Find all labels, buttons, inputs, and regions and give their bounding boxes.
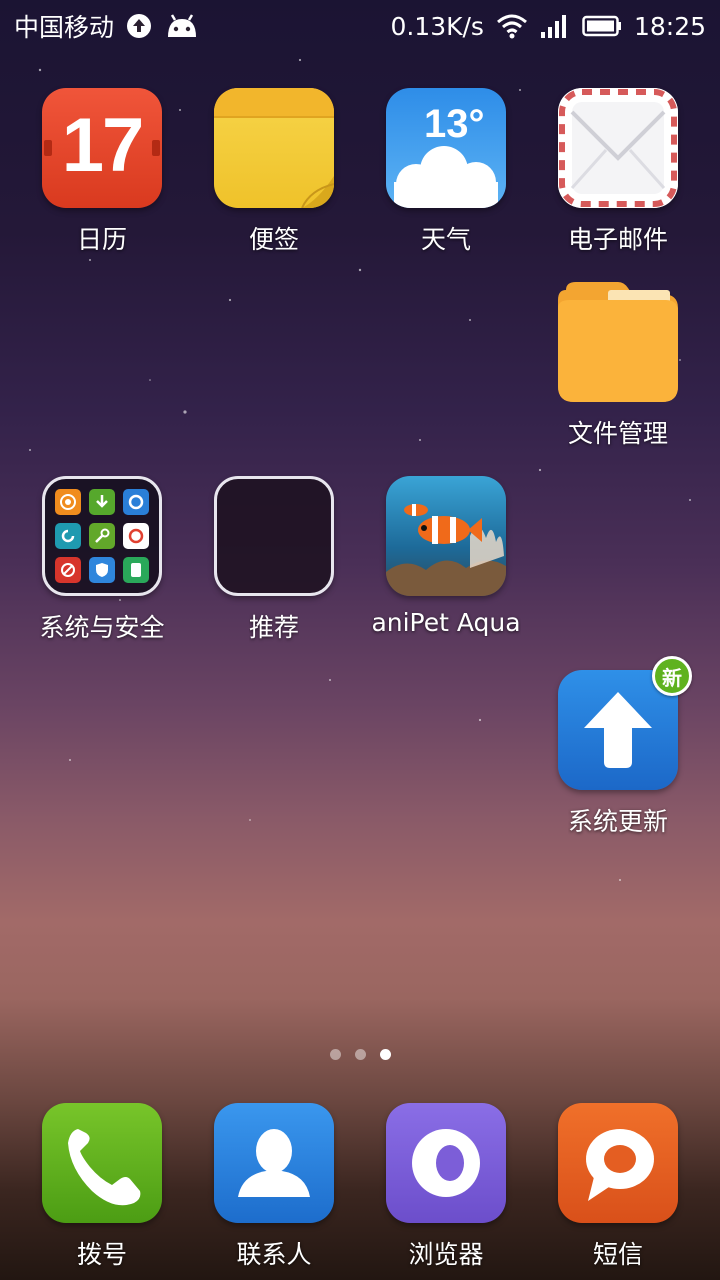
weather-icon: 13° [386, 88, 506, 208]
signal-icon [540, 13, 570, 39]
battery-icon [582, 14, 622, 38]
app-email[interactable]: 电子邮件 [532, 88, 704, 256]
dock-phone[interactable]: 拨号 [16, 1103, 188, 1280]
app-label: 天气 [420, 225, 471, 254]
envelope-icon [558, 88, 678, 208]
app-label: 文件管理 [567, 419, 668, 448]
key-icon [89, 523, 115, 549]
app-notes[interactable]: 便签 [188, 88, 360, 256]
shield-icon [89, 557, 115, 583]
calendar-day: 17 [61, 103, 145, 188]
dock-label: 联系人 [236, 1240, 312, 1269]
dock-browser[interactable]: 浏览器 [360, 1103, 532, 1280]
dock-contacts[interactable]: 联系人 [188, 1103, 360, 1280]
wifi-icon [496, 13, 528, 39]
status-bar: 中国移动 0.13K/s 18:25 [0, 0, 720, 52]
download-icon [89, 489, 115, 515]
folder-icon [558, 282, 678, 402]
target-icon [55, 489, 81, 515]
cleaner-icon [123, 489, 149, 515]
app-label: aniPet Aqua [371, 608, 521, 637]
person-icon [214, 1103, 334, 1223]
app-calendar[interactable]: 17 日历 [16, 88, 188, 256]
app-file-manager[interactable]: 文件管理 [532, 282, 704, 450]
app-label: 系统更新 [567, 807, 668, 836]
notes-icon [214, 88, 334, 208]
upload-icon [126, 13, 152, 39]
record-icon [123, 523, 149, 549]
dock-label: 拨号 [76, 1240, 127, 1269]
message-bubble-icon [558, 1103, 678, 1223]
sim-icon [123, 557, 149, 583]
carrier-name: 中国移动 [14, 13, 115, 42]
app-label: 系统与安全 [39, 613, 165, 642]
folder-recommend[interactable]: 推荐 [188, 476, 360, 644]
calendar-icon: 17 [42, 88, 162, 208]
dock-label: 浏览器 [408, 1240, 484, 1269]
browser-icon [386, 1103, 506, 1223]
folder-preview [42, 476, 162, 596]
clock: 18:25 [633, 11, 706, 41]
folder-system-security[interactable]: 系统与安全 [16, 476, 188, 644]
page-dot-active[interactable] [379, 1049, 391, 1060]
android-icon [164, 13, 200, 39]
app-label: 电子邮件 [567, 225, 668, 254]
page-dot[interactable] [354, 1049, 366, 1060]
dock-label: 短信 [592, 1240, 643, 1269]
refresh-icon [55, 523, 81, 549]
app-label: 便签 [248, 225, 299, 254]
app-system-update[interactable]: 新 系统更新 [532, 656, 704, 838]
folder-preview [214, 476, 334, 596]
app-label: 推荐 [248, 613, 299, 642]
page-dot[interactable] [329, 1049, 341, 1060]
clownfish-icon [386, 476, 506, 596]
new-badge: 新 [652, 656, 692, 696]
phone-icon [42, 1103, 162, 1223]
app-anipet-aquarium[interactable]: aniPet Aqua [360, 476, 532, 637]
app-label: 日历 [76, 225, 127, 254]
block-icon [55, 557, 81, 583]
network-speed: 0.13K/s [390, 11, 484, 41]
app-weather[interactable]: 13° 天气 [360, 88, 532, 256]
dock-sms[interactable]: 短信 [532, 1103, 704, 1280]
page-indicator [0, 1049, 720, 1060]
